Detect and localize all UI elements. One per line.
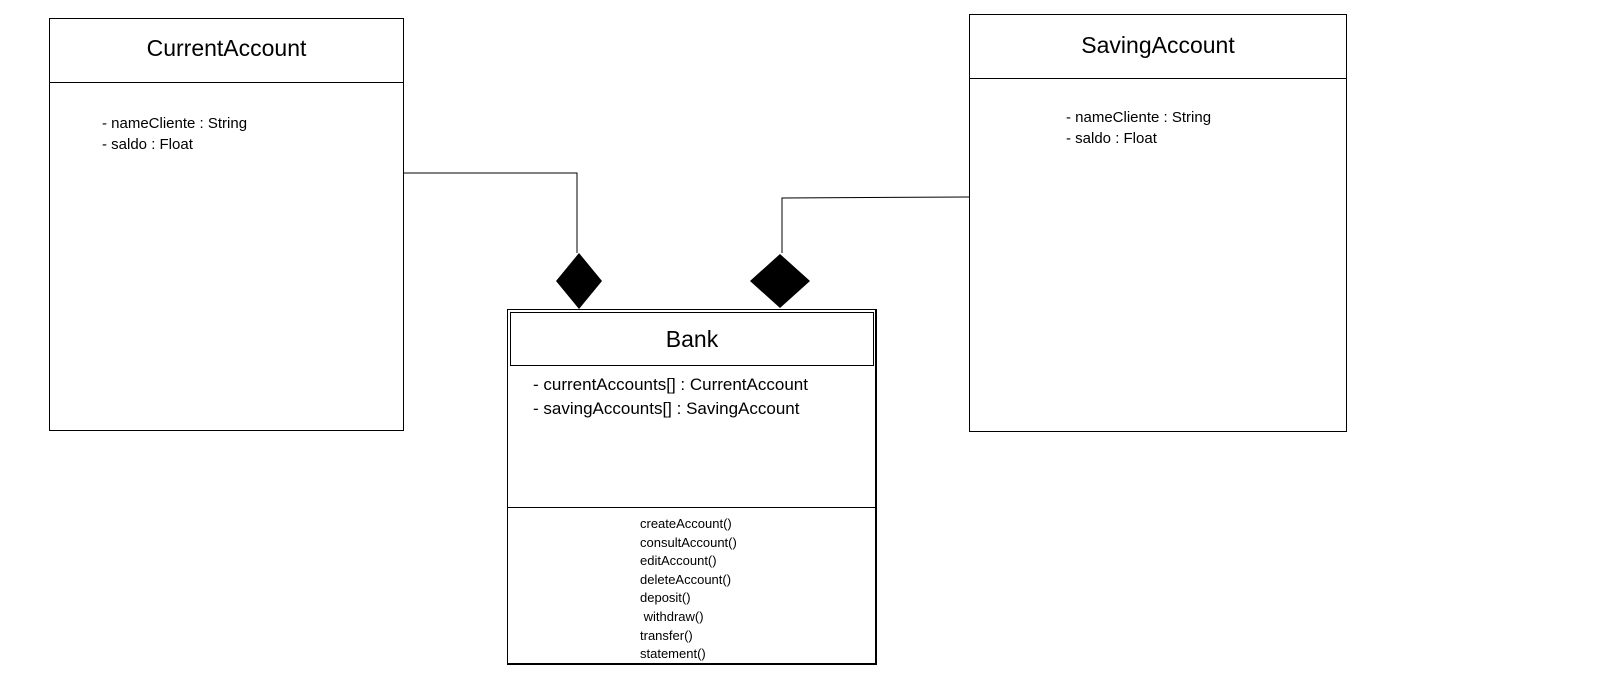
method-item: createAccount() <box>640 516 732 531</box>
class-name-bank: Bank <box>510 312 874 366</box>
composition-diamond-saving-account <box>750 254 810 308</box>
composition-diamond-current-account <box>556 253 602 309</box>
method-item: consultAccount() <box>640 534 737 550</box>
class-name-saving-account: SavingAccount <box>970 15 1346 79</box>
attribute-list-saving-account: - nameCliente : String - saldo : Float <box>1066 107 1211 149</box>
method-item: deleteAccount() <box>640 571 732 587</box>
method-item: withdraw() <box>640 608 704 624</box>
composition-line-saving-account <box>781 196 970 253</box>
attribute-list-bank: - currentAccounts[] : CurrentAccount - s… <box>533 373 808 421</box>
method-item: deposit() <box>640 590 691 606</box>
attribute-item: - currentAccounts[] : CurrentAccount <box>533 375 808 394</box>
attribute-item: - saldo : Float <box>102 136 193 153</box>
class-name-current-account: CurrentAccount <box>50 19 403 83</box>
attribute-item: - nameCliente : String <box>1066 109 1212 126</box>
class-box-saving-account[interactable]: SavingAccount - nameCliente : String - s… <box>969 14 1347 432</box>
attribute-item: - savingAccounts[] : SavingAccount <box>533 399 800 418</box>
method-item: editAccount() <box>640 553 717 569</box>
method-item: transfer() <box>640 627 693 643</box>
method-item: statement() <box>640 646 706 662</box>
attribute-item: - saldo : Float <box>1066 130 1157 147</box>
method-list-bank: createAccount() consultAccount() editAcc… <box>640 515 737 664</box>
attribute-item: - nameCliente : String <box>102 115 248 132</box>
attribute-list-current-account: - nameCliente : String - saldo : Float <box>102 113 247 155</box>
methods-divider <box>508 507 875 508</box>
class-box-bank[interactable]: Bank - currentAccounts[] : CurrentAccoun… <box>507 309 877 665</box>
composition-line-current-account <box>404 172 578 253</box>
class-box-current-account[interactable]: CurrentAccount - nameCliente : String - … <box>49 18 404 431</box>
